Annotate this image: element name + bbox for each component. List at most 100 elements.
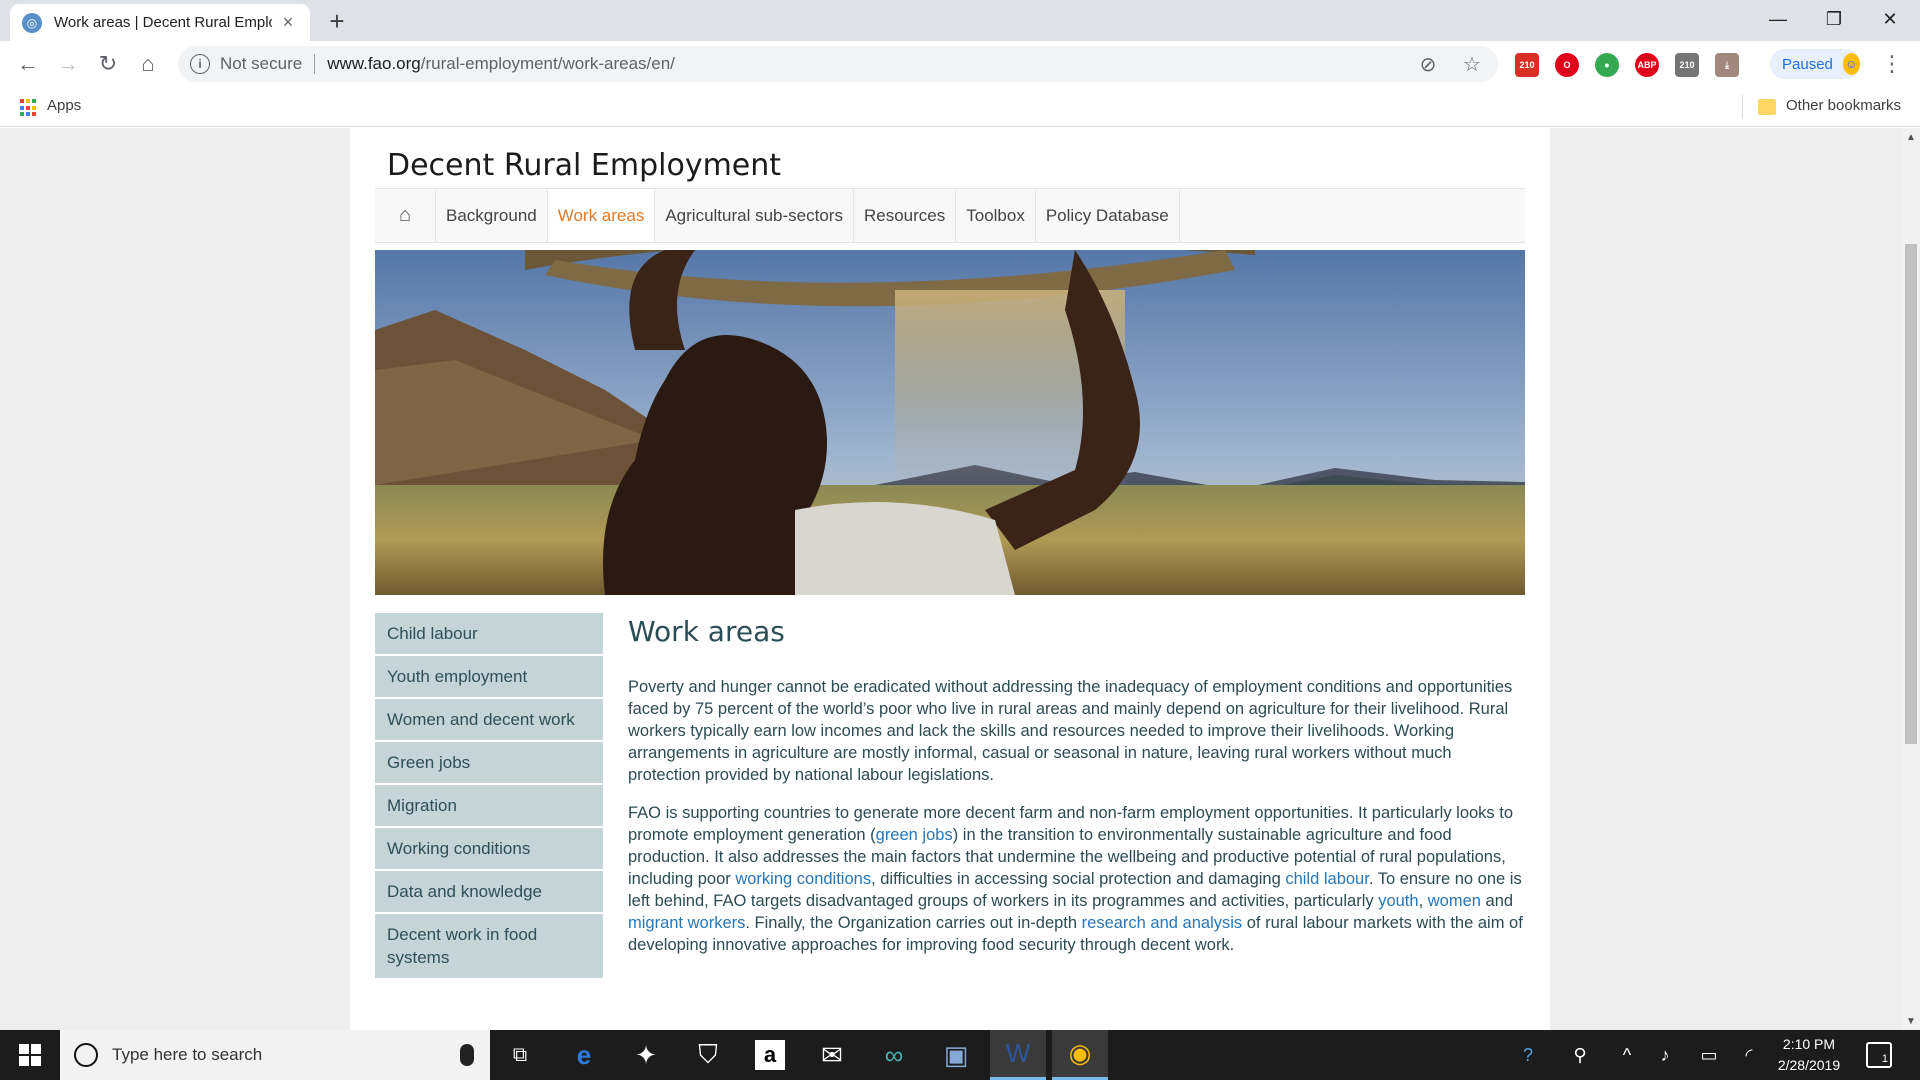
taskbar-search[interactable]: Type here to search — [60, 1030, 490, 1080]
close-tab-icon[interactable]: × — [278, 12, 298, 33]
scroll-down-arrow-icon[interactable]: ▼ — [1906, 1016, 1916, 1027]
address-separator — [314, 54, 316, 74]
sidebar-item-youth-employment[interactable]: Youth employment — [375, 656, 603, 697]
clock-time: 2:10 PM — [1782, 1036, 1836, 1052]
apps-grid-icon[interactable] — [20, 99, 38, 117]
nav-work-areas[interactable]: Work areas — [547, 189, 656, 242]
paragraph-text: , — [1418, 892, 1428, 910]
adblock-plus-icon[interactable]: ABP — [1635, 53, 1659, 77]
wifi-icon[interactable]: ◜ — [1734, 1030, 1764, 1080]
tab-title: Work areas | Decent Rural Emplo — [54, 14, 272, 31]
close-window-button[interactable]: ✕ — [1862, 0, 1918, 38]
restore-button[interactable]: ❐ — [1806, 0, 1862, 38]
sidebar-item-green-jobs[interactable]: Green jobs — [375, 742, 603, 783]
clock-date: 2/28/2019 — [1777, 1057, 1841, 1073]
browser-toolbar: ← → ↻ ⌂ i Not secure www.fao.org/rural-e… — [0, 41, 1920, 87]
working-conditions-link[interactable]: working conditions — [735, 870, 871, 888]
store-icon[interactable]: ⛉ — [680, 1030, 736, 1080]
hero-image — [375, 250, 1525, 595]
intro-paragraph: Poverty and hunger cannot be eradicated … — [628, 678, 1513, 784]
home-icon[interactable]: ⌂ — [132, 48, 164, 80]
control-panel-icon[interactable]: ▣ — [928, 1030, 984, 1080]
url-host: www.fao.org — [327, 54, 421, 73]
research-and-analysis-link[interactable]: research and analysis — [1082, 914, 1243, 932]
child-labour-link[interactable]: child labour — [1285, 870, 1368, 888]
nav-agricultural-sub-sectors[interactable]: Agricultural sub-sectors — [655, 189, 854, 242]
task-view-icon[interactable]: ⧉ — [492, 1030, 548, 1080]
page-viewport: Decent Rural Employment ⌂ Background Wor… — [0, 128, 1902, 1030]
farmer-winnowing-photo — [375, 250, 1525, 595]
chrome-icon[interactable]: ◉ — [1052, 1030, 1108, 1080]
people-icon[interactable]: ⚲ — [1562, 1030, 1598, 1080]
minimize-button[interactable]: — — [1750, 0, 1806, 38]
address-bar[interactable]: i Not secure www.fao.org/rural-employmen… — [178, 46, 1498, 82]
sidebar-item-working-conditions[interactable]: Working conditions — [375, 828, 603, 869]
start-button[interactable] — [0, 1030, 60, 1080]
edge-icon[interactable]: e — [556, 1030, 612, 1080]
forward-arrow-icon[interactable]: → — [52, 48, 84, 80]
gmail-checker-icon[interactable]: 210 — [1675, 53, 1699, 77]
microphone-icon[interactable] — [460, 1044, 474, 1066]
pdf-icon[interactable]: ⤓ — [1715, 53, 1739, 77]
sidebar-item-data-and-knowledge[interactable]: Data and knowledge — [375, 871, 603, 912]
nav-resources[interactable]: Resources — [854, 189, 957, 242]
security-label: Not secure — [220, 54, 303, 73]
migrant-workers-link[interactable]: migrant workers — [628, 914, 745, 932]
fao-globe-icon: ◎ — [22, 12, 42, 33]
profile-status: Paused — [1782, 55, 1833, 73]
infinity-icon[interactable]: ∞ — [866, 1030, 922, 1080]
scroll-thumb[interactable] — [1905, 244, 1917, 744]
notification-center-icon[interactable]: 1 — [1866, 1042, 1892, 1068]
nav-toolbox[interactable]: Toolbox — [956, 189, 1036, 242]
system-clock[interactable]: 2:10 PM 2/28/2019 — [1764, 1034, 1854, 1076]
search-placeholder: Type here to search — [112, 1045, 263, 1064]
volume-icon[interactable]: ♪ — [1650, 1030, 1680, 1080]
reload-icon[interactable]: ↻ — [92, 48, 124, 80]
bookmark-star-icon[interactable]: ☆ — [1460, 52, 1484, 76]
other-bookmarks[interactable]: Other bookmarks — [1786, 97, 1901, 114]
gmail-icon[interactable]: 210 — [1515, 53, 1539, 77]
nav-background[interactable]: Background — [436, 189, 548, 242]
info-icon[interactable]: i — [190, 54, 210, 74]
translate-blocked-icon[interactable]: ⊘ — [1416, 52, 1440, 76]
dropbox-icon[interactable]: ✦ — [618, 1030, 674, 1080]
url-path: /rural-employment/work-areas/en/ — [420, 54, 675, 73]
main-content: Work areas Poverty and hunger cannot be … — [628, 615, 1528, 972]
main-nav: ⌂ Background Work areas Agricultural sub… — [375, 188, 1525, 243]
battery-icon[interactable]: ▭ — [1694, 1030, 1724, 1080]
green-jobs-link[interactable]: green jobs — [876, 826, 953, 844]
more-menu-icon[interactable]: ⋮ — [1880, 51, 1904, 77]
chevron-up-icon[interactable]: ^ — [1612, 1030, 1642, 1080]
sidebar-menu: Child labour Youth employment Women and … — [375, 613, 603, 980]
amazon-icon[interactable]: a — [755, 1040, 785, 1070]
avatar: ☺ — [1842, 53, 1860, 75]
profile-button[interactable]: Paused ☺ — [1770, 49, 1860, 79]
word-icon[interactable]: W — [990, 1030, 1046, 1080]
scroll-up-arrow-icon[interactable]: ▲ — [1906, 132, 1916, 143]
fao-paragraph: FAO is supporting countries to generate … — [628, 802, 1528, 956]
page-container: Decent Rural Employment ⌂ Background Wor… — [350, 128, 1550, 1030]
windows-taskbar: Type here to search ⧉ e ✦ ⛉ a ✉ ∞ ▣ W ◉ … — [0, 1030, 1920, 1080]
site-title[interactable]: Decent Rural Employment — [387, 148, 781, 183]
paragraph-text: and — [1480, 892, 1514, 910]
apps-bookmark[interactable]: Apps — [47, 97, 81, 114]
nav-home-icon[interactable]: ⌂ — [375, 189, 436, 242]
sidebar-item-migration[interactable]: Migration — [375, 785, 603, 826]
page-title: Work areas — [628, 615, 785, 648]
help-icon[interactable]: ? — [1510, 1030, 1546, 1080]
new-tab-button[interactable]: + — [322, 6, 352, 36]
vertical-scrollbar[interactable]: ▲ ▼ — [1902, 128, 1920, 1030]
women-link[interactable]: women — [1428, 892, 1481, 910]
bookmarks-divider — [1742, 95, 1743, 119]
nav-policy-database[interactable]: Policy Database — [1036, 189, 1180, 242]
mail-icon[interactable]: ✉ — [804, 1030, 860, 1080]
youth-link[interactable]: youth — [1378, 892, 1418, 910]
sidebar-item-women-and-decent-work[interactable]: Women and decent work — [375, 699, 603, 740]
opera-icon[interactable]: O — [1555, 53, 1579, 77]
browser-tab[interactable]: ◎ Work areas | Decent Rural Emplo × — [10, 4, 310, 41]
back-arrow-icon[interactable]: ← — [12, 48, 44, 80]
sidebar-item-decent-work-in-food-systems[interactable]: Decent work in food systems — [375, 914, 603, 978]
tab-strip: ◎ Work areas | Decent Rural Emplo × + — … — [0, 0, 1920, 41]
sidebar-item-child-labour[interactable]: Child labour — [375, 613, 603, 654]
globe-extension-icon[interactable]: ● — [1595, 53, 1619, 77]
